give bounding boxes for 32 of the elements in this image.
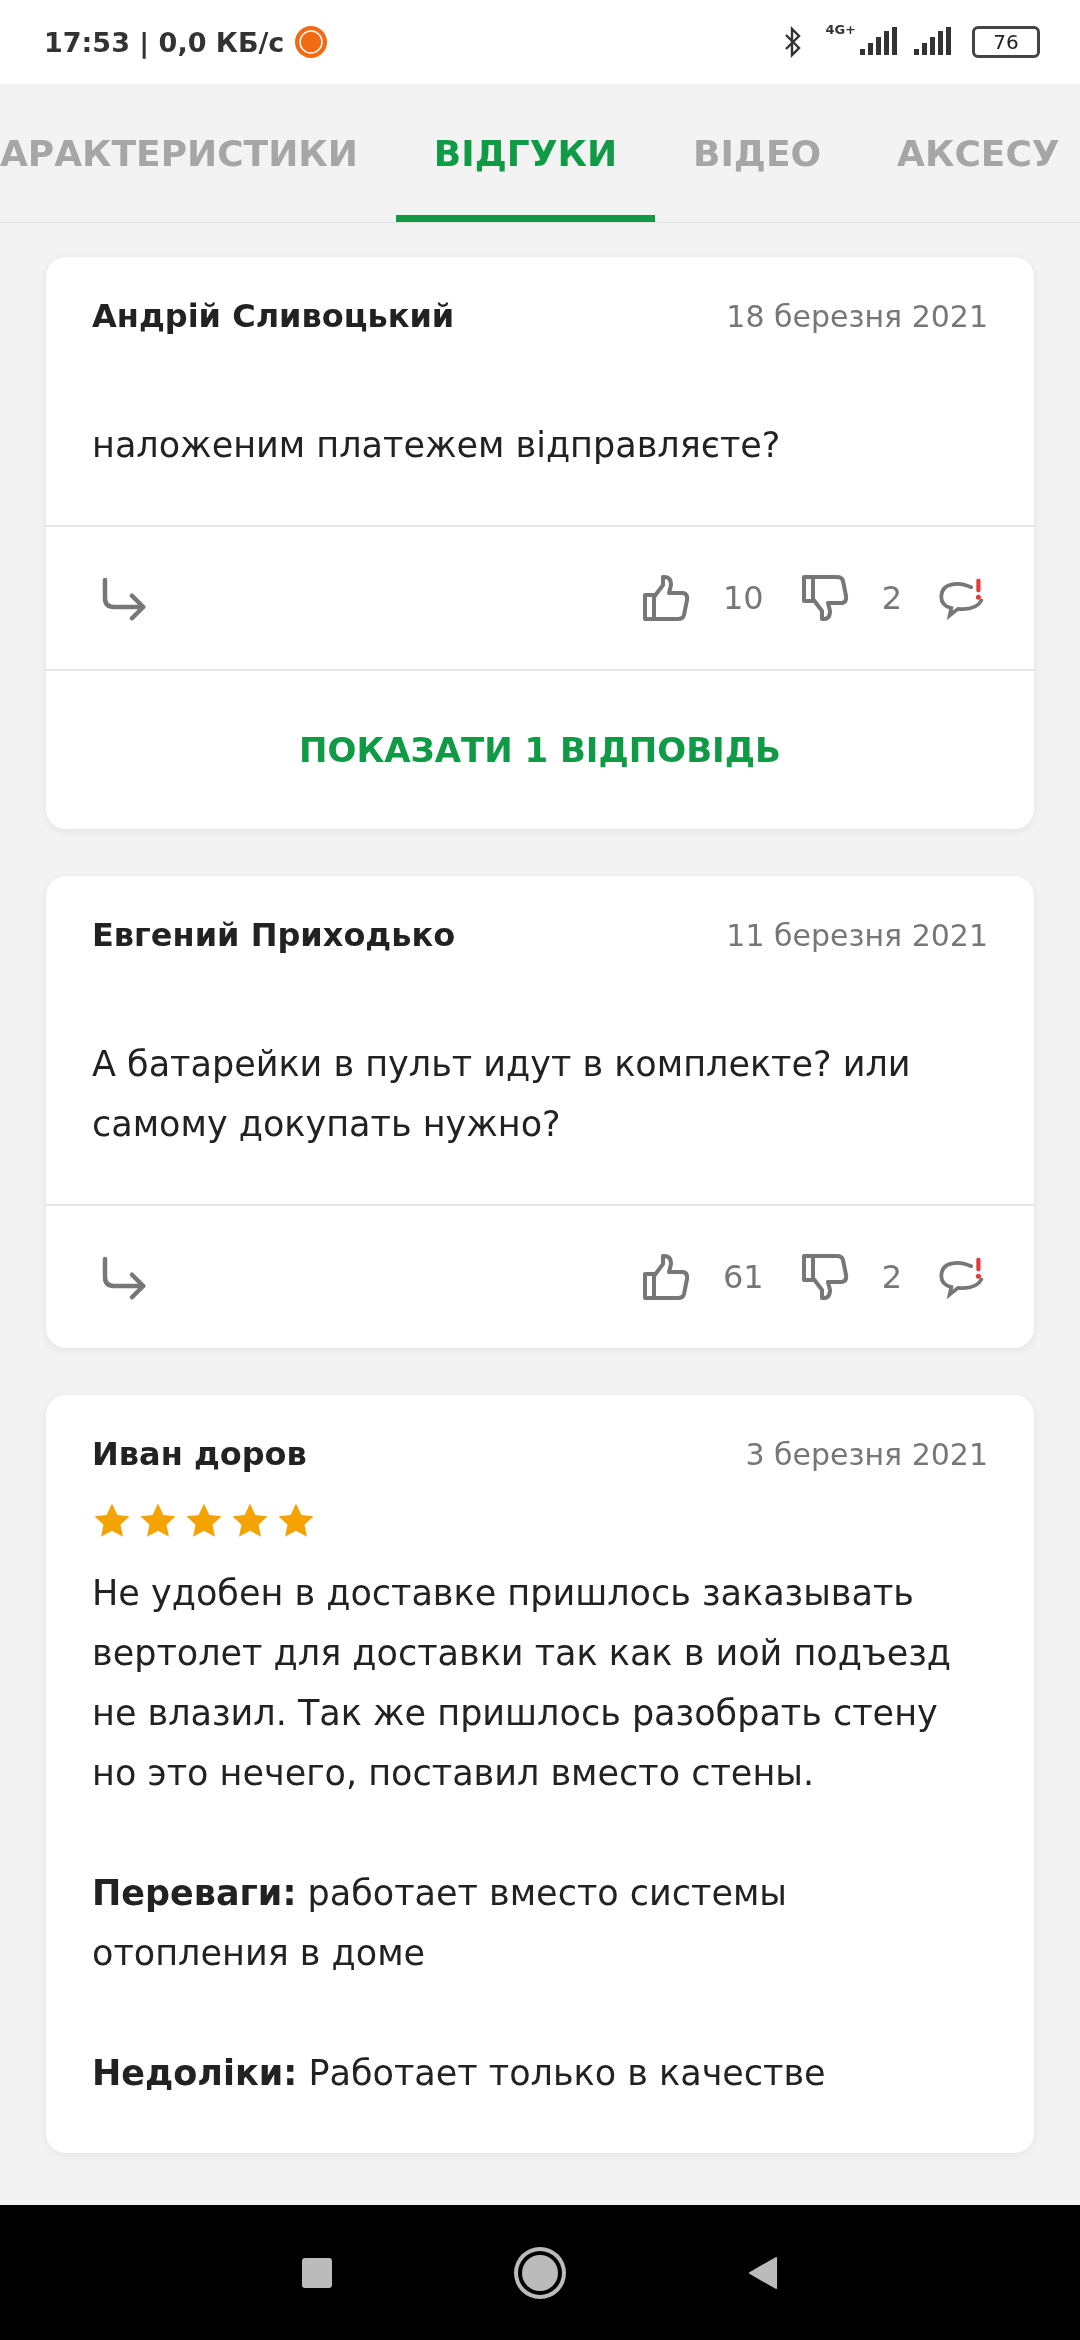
review-author: Евгений Приходько — [92, 916, 456, 954]
status-time: 17:53 | 0,0 КБ/с — [44, 26, 285, 58]
review-text: Переваги: работает вместо системы отопления в доме — [92, 1872, 788, 1975]
review-text: Не удобен в доставке пришлось заказывать вертолет для доставки так как в иой подъезд не влазил. Так же пришлось разобрать стену но это нечего, поставил вместо стены. — [92, 1572, 952, 1795]
thumbs-up-icon[interactable] — [640, 573, 691, 623]
recent-apps-button[interactable] — [302, 2257, 332, 2288]
network-label: 4G+ — [825, 22, 856, 37]
brand-icon — [294, 25, 329, 59]
review-date: 18 березня 2021 — [726, 298, 988, 334]
review-author: Андрій Сливоцький — [92, 297, 455, 335]
tab[interactable]: АРАКТЕРИСТИКИ — [0, 84, 396, 222]
dislike-count: 2 — [881, 1258, 902, 1296]
signal-icon — [912, 27, 952, 57]
like-count: 10 — [722, 579, 764, 617]
thumbs-down-icon[interactable] — [799, 573, 850, 623]
review-date: 11 березня 2021 — [726, 917, 988, 953]
review-date: 3 березня 2021 — [745, 1436, 988, 1472]
thumbs-up-icon[interactable] — [640, 1252, 691, 1302]
signal-icon — [858, 27, 898, 57]
battery-indicator: 76 — [972, 26, 1040, 58]
review-text: наложеним платежем відправляєте? — [92, 424, 782, 467]
dislike-count: 2 — [881, 579, 902, 617]
tab[interactable]: АКСЕСУ — [859, 84, 1080, 222]
show-replies-button[interactable]: ПОКАЗАТИ 1 ВІДПОВІДЬ — [46, 669, 1034, 829]
review-text: А батарейки в пульт идут в комплекте? или самому докупать нужно? — [92, 1043, 912, 1146]
like-count: 61 — [722, 1258, 764, 1296]
tab[interactable]: ВІДГУКИ — [395, 84, 655, 222]
tab[interactable]: ВІДЕО — [655, 84, 860, 222]
review-text: Недоліки: Работает только в качестве — [92, 2052, 827, 2095]
back-button[interactable] — [748, 2255, 778, 2290]
thumbs-down-icon[interactable] — [799, 1252, 850, 1302]
review-author: Иван доров — [92, 1435, 307, 1473]
